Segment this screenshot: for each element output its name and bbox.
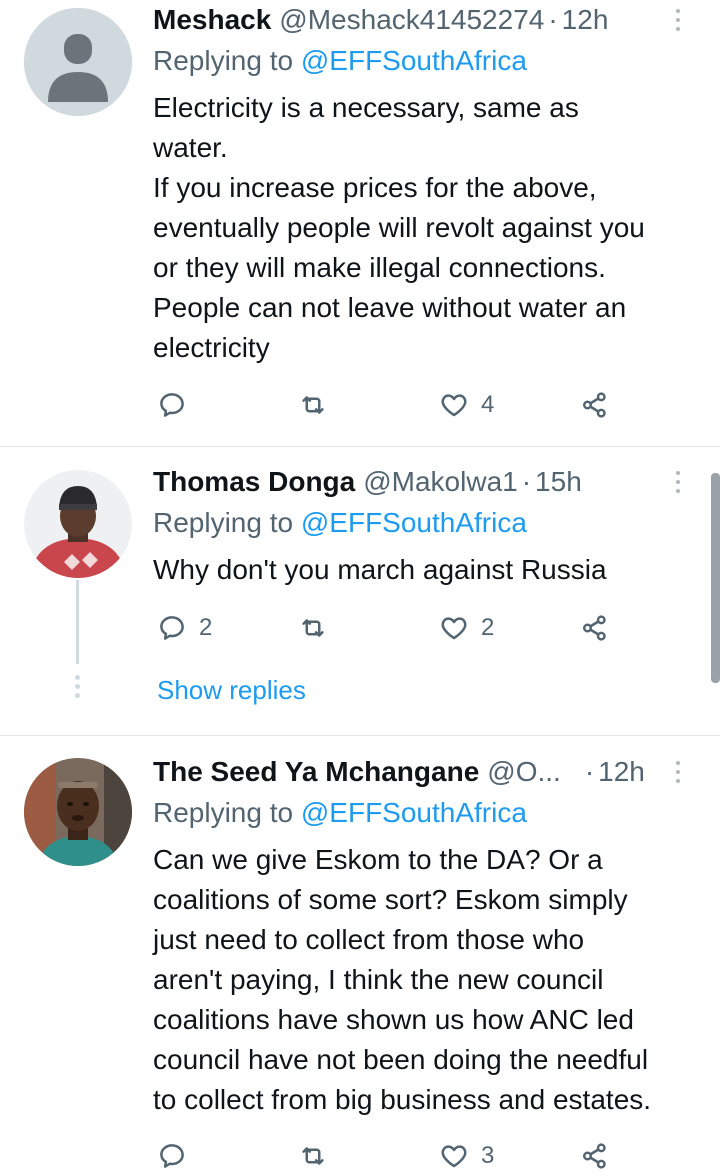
retweet-icon (302, 1147, 324, 1165)
tweet-text-line: Electricity is a necessary, same as (153, 92, 579, 123)
reply-button[interactable] (157, 385, 199, 425)
tweet-text-line: electricity (153, 332, 270, 363)
more-options-icon[interactable] (668, 2, 688, 38)
like-count: 4 (481, 391, 495, 418)
replying-label: Replying to (153, 45, 294, 76)
timestamp[interactable]: 12h (562, 2, 609, 38)
tweet-text: Why don't you march against Russia (153, 550, 703, 590)
tweet-text-line: coalitions have shown us how ANC led (153, 1004, 634, 1035)
user-photo-avatar-icon (24, 758, 132, 866)
tweet-text-line: to collect from big business and estates… (153, 1084, 652, 1115)
user-handle[interactable]: @O... (487, 754, 561, 790)
replying-handle-link[interactable]: @EFFSouthAfrica (301, 507, 527, 538)
tweet-text: Can we give Eskom to the DA? Or a coalit… (153, 840, 703, 1120)
tweet-header: Thomas Donga @Makolwa1 · 15h (153, 464, 582, 500)
tweet-actions: 4 (0, 385, 720, 425)
retweet-icon (302, 619, 324, 637)
timestamp[interactable]: 12h (598, 754, 645, 790)
user-handle[interactable]: @Meshack41452274 (279, 2, 544, 38)
replying-handle-link[interactable]: @EFFSouthAfrica (301, 797, 527, 828)
tweet-text-line: just need to collect from those who (153, 924, 585, 955)
show-replies-link[interactable]: Show replies (157, 672, 306, 708)
like-count: 2 (481, 614, 495, 641)
like-button[interactable]: 2 (439, 608, 494, 648)
user-photo-avatar-icon (24, 470, 132, 578)
separator-dot: · (548, 4, 558, 35)
more-options-icon[interactable] (668, 754, 688, 790)
more-options-icon[interactable] (668, 464, 688, 500)
tweet-text: Electricity is a necessary, same as wate… (153, 88, 703, 368)
display-name[interactable]: Thomas Donga (153, 464, 355, 500)
thread-dots-icon (75, 675, 80, 698)
reply-button[interactable] (157, 1136, 199, 1176)
tweet-header: The Seed Ya Mchangane @O... · 12h (153, 754, 645, 790)
like-button[interactable]: 4 (439, 385, 494, 425)
user-handle[interactable]: @Makolwa1 (363, 464, 517, 500)
default-avatar-icon (24, 8, 132, 116)
tweet-text-line: aren't paying, I think the new council (153, 964, 604, 995)
heart-icon (441, 1145, 467, 1168)
retweet-button[interactable] (298, 608, 340, 648)
tweet-text-line: council have not been doing the needful (153, 1044, 649, 1075)
tweet-thomas-donga[interactable]: Thomas Donga @Makolwa1 · 15h Replying to… (0, 447, 720, 733)
retweet-icon (302, 396, 324, 414)
replying-to: Replying to @EFFSouthAfrica (153, 505, 527, 541)
reply-icon (160, 393, 184, 417)
tweet-header: Meshack @Meshack41452274 · 12h (153, 2, 608, 38)
tweet-actions: 3 (0, 1136, 720, 1176)
like-count: 3 (481, 1142, 495, 1169)
avatar[interactable] (24, 8, 132, 116)
tweet-text-line: People can not leave without water an (153, 292, 627, 323)
reply-icon (160, 1144, 184, 1168)
avatar[interactable] (24, 470, 132, 578)
tweet-text-line: Can we give Eskom to the DA? Or a (153, 844, 603, 875)
reply-icon (160, 616, 184, 640)
scrollbar-thumb[interactable] (711, 473, 720, 683)
display-name[interactable]: The Seed Ya Mchangane (153, 754, 479, 790)
share-button[interactable] (580, 385, 610, 425)
tweet-meshack[interactable]: Meshack @Meshack41452274 · 12h Replying … (0, 0, 720, 446)
share-icon (583, 615, 606, 641)
tweet-actions: 2 2 (0, 608, 720, 648)
tweet-text-line: eventually people will revolt against yo… (153, 212, 645, 243)
timestamp[interactable]: 15h (535, 464, 582, 500)
replying-to: Replying to @EFFSouthAfrica (153, 795, 527, 831)
heart-icon (441, 394, 467, 417)
like-button[interactable]: 3 (439, 1136, 494, 1176)
tweet-text-line: Why don't you march against Russia (153, 554, 607, 585)
tweet-the-seed[interactable]: The Seed Ya Mchangane @O... · 12h Replyi… (0, 736, 720, 1176)
replying-to: Replying to @EFFSouthAfrica (153, 43, 527, 79)
tweet-text-line: coalitions of some sort? Eskom simply (153, 884, 628, 915)
tweet-text-line: water. (153, 132, 228, 163)
replying-handle-link[interactable]: @EFFSouthAfrica (301, 45, 527, 76)
replying-label: Replying to (153, 507, 294, 538)
replying-label: Replying to (153, 797, 294, 828)
reply-count: 2 (199, 614, 213, 641)
share-icon (583, 1143, 606, 1169)
tweet-text-line: If you increase prices for the above, (153, 172, 597, 203)
thread-connector-line (76, 580, 79, 664)
reply-button[interactable]: 2 (157, 608, 212, 648)
tweet-text-line: or they will make illegal connections. (153, 252, 606, 283)
heart-icon (441, 617, 467, 640)
share-button[interactable] (580, 608, 610, 648)
separator-dot: · (521, 466, 532, 497)
display-name[interactable]: Meshack (153, 2, 271, 38)
retweet-button[interactable] (298, 385, 340, 425)
retweet-button[interactable] (298, 1136, 340, 1176)
share-icon (583, 392, 606, 418)
share-button[interactable] (580, 1136, 610, 1176)
avatar[interactable] (24, 758, 132, 866)
separator-dot: · (584, 756, 595, 787)
